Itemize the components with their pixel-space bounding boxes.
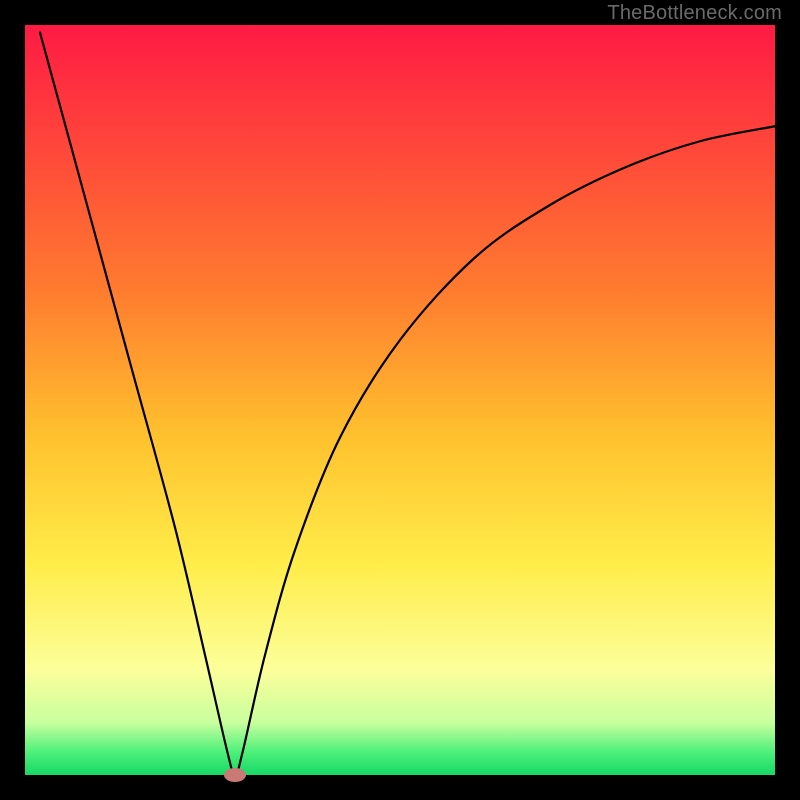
chart-container: TheBottleneck.com [0,0,800,800]
plot-area [25,25,775,775]
watermark-text: TheBottleneck.com [607,2,782,25]
optimum-marker [224,768,246,782]
chart-svg [0,0,800,800]
